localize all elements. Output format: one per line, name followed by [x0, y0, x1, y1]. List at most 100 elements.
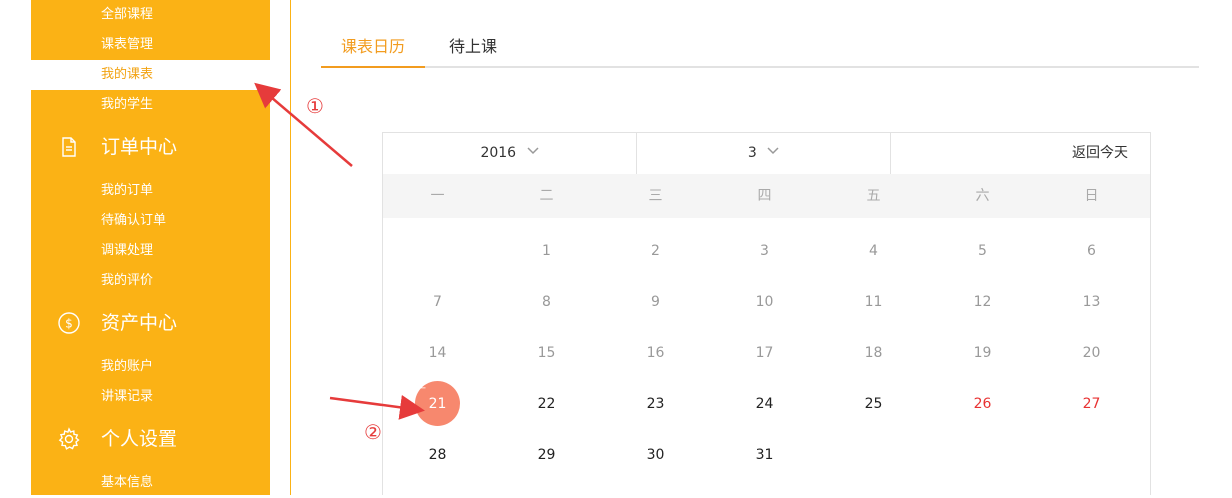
calendar-day[interactable]: 2 — [601, 226, 710, 277]
day-number: 19 — [973, 345, 992, 361]
calendar-day[interactable]: 13 — [1037, 277, 1146, 328]
calendar-day[interactable]: 6 — [1037, 226, 1146, 277]
weekday-label: 五 — [866, 188, 881, 204]
day-number: 5 — [978, 243, 987, 259]
day-number: 9 — [651, 294, 660, 310]
sidebar-item-my-account[interactable]: 我的账户 — [31, 352, 270, 382]
sidebar-item-my-reviews[interactable]: 我的评价 — [31, 266, 270, 296]
day-number: 31 — [755, 447, 774, 463]
day-number: 1 — [542, 243, 551, 259]
day-number: 3 — [760, 243, 769, 259]
calendar-day[interactable]: 5 — [928, 226, 1037, 277]
tab-bar: 课表日历 待上课 — [321, 28, 1199, 68]
day-number: 27 — [1082, 396, 1101, 412]
day-number: 8 — [542, 294, 551, 310]
day-number: 15 — [537, 345, 556, 361]
calendar-day[interactable]: 26 — [928, 379, 1037, 430]
day-number: 6 — [1087, 243, 1096, 259]
day-number: 4 — [869, 243, 878, 259]
day-number: 12 — [973, 294, 992, 310]
section-order-center: 订单中心 — [31, 127, 270, 167]
calendar-day[interactable]: 19 — [928, 328, 1037, 379]
document-icon — [62, 137, 76, 157]
back-to-today-button[interactable]: 返回今天 — [891, 133, 1150, 174]
calendar-day[interactable]: 4 — [819, 226, 928, 277]
content-divider — [290, 0, 291, 495]
calendar-day[interactable]: 31 — [710, 430, 819, 481]
calendar-day[interactable]: 17 — [710, 328, 819, 379]
annotation-number-one: ① — [306, 94, 324, 118]
day-number: 20 — [1082, 345, 1101, 361]
calendar-day[interactable]: 12 — [928, 277, 1037, 328]
calendar-day[interactable]: 15 — [492, 328, 601, 379]
calendar-day[interactable]: 3 — [710, 226, 819, 277]
tab-upcoming[interactable]: 待上课 — [425, 28, 521, 66]
calendar-day[interactable]: 23 — [601, 379, 710, 430]
sidebar-item-basic-info[interactable]: 基本信息 — [31, 468, 270, 498]
gear-icon — [58, 427, 80, 450]
weekday-label: 日 — [1084, 188, 1099, 204]
calendar-day[interactable]: 9 — [601, 277, 710, 328]
day-number: 7 — [433, 294, 442, 310]
day-number: 30 — [646, 447, 665, 463]
calendar-day[interactable]: 18 — [819, 328, 928, 379]
day-number: 17 — [755, 345, 774, 361]
weekday-label: 一 — [430, 188, 445, 204]
calendar-day[interactable]: 25 — [819, 379, 928, 430]
calendar-day[interactable]: 24 — [710, 379, 819, 430]
day-number: 16 — [646, 345, 665, 361]
sidebar-item-my-schedule[interactable]: 我的课表 — [31, 60, 270, 90]
weekday-label: 四 — [757, 188, 772, 204]
year-select[interactable]: 2016 — [383, 133, 637, 174]
section-personal-settings: 个人设置 — [31, 419, 270, 459]
svg-text:$: $ — [65, 317, 73, 331]
calendar-day[interactable]: 16 — [601, 328, 710, 379]
calendar-day[interactable]: 1 — [492, 226, 601, 277]
weekday-label: 二 — [539, 188, 554, 204]
day-number: 2 — [651, 243, 660, 259]
tab-schedule-calendar[interactable]: 课表日历 — [321, 28, 425, 68]
day-number: 18 — [864, 345, 883, 361]
weekday-label: 六 — [975, 188, 990, 204]
calendar-day[interactable]: 29 — [492, 430, 601, 481]
day-number: 22 — [537, 396, 556, 412]
calendar-day[interactable]: 上 21 — [383, 379, 492, 430]
sidebar-item-pending-orders[interactable]: 待确认订单 — [31, 206, 270, 236]
sidebar: 全部课程 课表管理 我的课表 我的学生 订单中心 我的订单 待确认订单 调课处理… — [31, 0, 270, 495]
day-number: 21 — [428, 396, 447, 412]
calendar-day[interactable]: 7 — [383, 277, 492, 328]
day-number: 13 — [1082, 294, 1101, 310]
calendar-day[interactable]: 27 — [1037, 379, 1146, 430]
calendar-day[interactable]: 10 — [710, 277, 819, 328]
sidebar-item-schedule-management[interactable]: 课表管理 — [31, 30, 270, 60]
day-number: 24 — [755, 396, 774, 412]
sidebar-item-all-courses[interactable]: 全部课程 — [31, 0, 270, 30]
calendar-day[interactable]: 20 — [1037, 328, 1146, 379]
sidebar-item-my-orders[interactable]: 我的订单 — [31, 176, 270, 206]
day-number: 26 — [973, 396, 992, 412]
calendar-day[interactable]: 28 — [383, 430, 492, 481]
scheduled-tag: 上 — [416, 380, 426, 391]
weekday-label: 三 — [648, 188, 663, 204]
calendar-day[interactable]: 8 — [492, 277, 601, 328]
day-number: 29 — [537, 447, 556, 463]
day-number: 14 — [428, 345, 447, 361]
calendar-day[interactable]: 11 — [819, 277, 928, 328]
day-number: 23 — [646, 396, 665, 412]
sidebar-item-my-students[interactable]: 我的学生 — [31, 90, 270, 120]
chevron-down-icon — [527, 147, 539, 155]
calendar-day[interactable]: 14 — [383, 328, 492, 379]
day-number: 28 — [428, 447, 447, 463]
weekday-header: 一二三四五六日 — [383, 174, 1150, 218]
month-select[interactable]: 3 — [637, 133, 891, 174]
sidebar-item-reschedule[interactable]: 调课处理 — [31, 236, 270, 266]
arrow-one — [254, 82, 353, 167]
day-number: 25 — [864, 396, 883, 412]
calendar-day[interactable]: 30 — [601, 430, 710, 481]
section-title: 个人设置 — [101, 428, 178, 450]
sidebar-item-lecture-records[interactable]: 讲课记录 — [31, 382, 270, 412]
calendar-day[interactable]: 22 — [492, 379, 601, 430]
day-number: 11 — [864, 294, 883, 310]
annotation-number-two: ② — [364, 420, 382, 444]
section-asset-center: $ 资产中心 — [31, 303, 270, 343]
